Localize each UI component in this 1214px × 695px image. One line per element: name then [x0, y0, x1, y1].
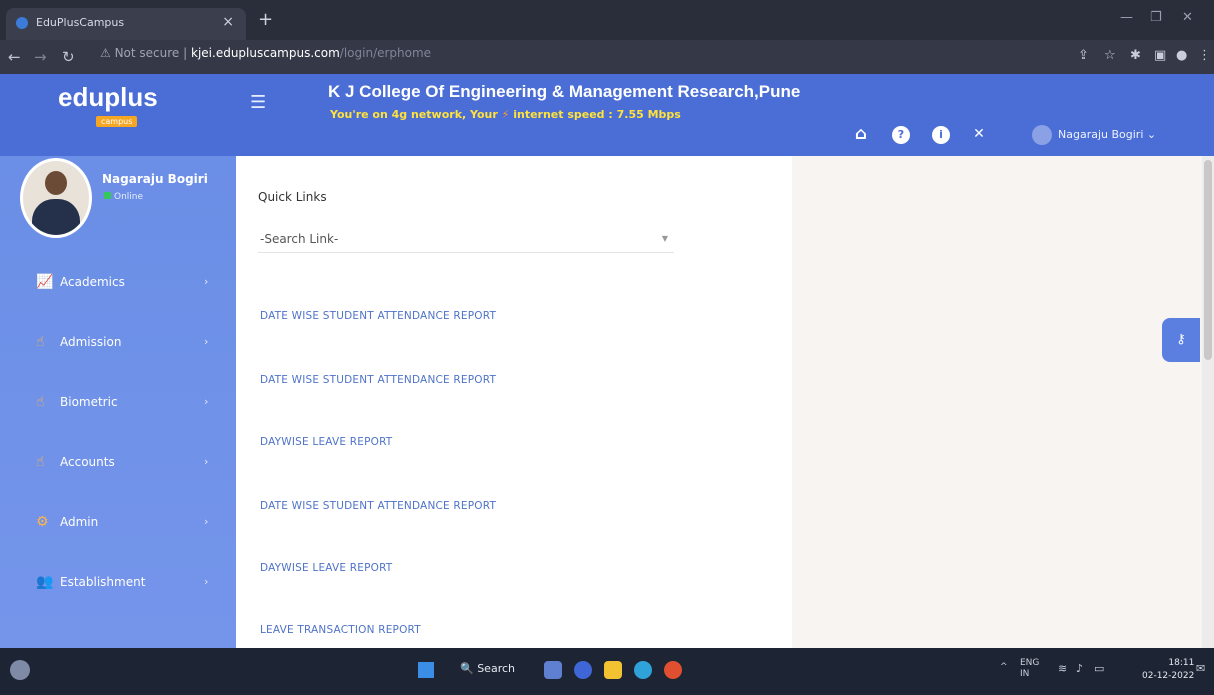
sidebar: Nagaraju Bogiri Online 📈 Academics › ☝ A…	[0, 156, 236, 648]
quick-links-panel: Quick Links -Search Link- ▼ DATE WISE ST…	[236, 156, 792, 648]
maximize-icon[interactable]: ❐	[1150, 10, 1162, 25]
chevron-right-icon: ›	[204, 275, 209, 288]
not-secure-label: Not secure	[114, 46, 180, 60]
profile-avatar	[20, 158, 92, 238]
language-indicator[interactable]: ENG IN	[1020, 658, 1039, 680]
screen: EduPlusCampus × + — ❐ ✕ ← → ↻ ⚠ Not secu…	[0, 0, 1214, 695]
user-name: Nagaraju Bogiri	[1058, 128, 1144, 141]
url-field[interactable]: ⚠ Not secure | kjei.edupluscampus.com/lo…	[100, 46, 1050, 68]
volume-icon[interactable]: ♪	[1076, 662, 1083, 675]
empty-area	[792, 156, 1202, 648]
chevron-right-icon: ›	[204, 575, 209, 588]
sidebar-item-accounts[interactable]: ☝ Accounts ›	[0, 448, 236, 478]
tray-chevron-up-icon[interactable]: ^	[1000, 662, 1008, 672]
users-icon: 👥	[36, 574, 54, 590]
lightning-icon: ⚡	[501, 108, 510, 121]
hand-pointer-icon: ☝	[36, 334, 45, 350]
share-icon[interactable]: ⇪	[1078, 48, 1089, 63]
quick-link-daywise-leave[interactable]: DAYWISE LEAVE REPORT	[260, 562, 392, 574]
windows-taskbar: 🔍 Search ^ ENG IN ≋ ♪ ▭ 18:11 02-12-2022 ✉	[0, 648, 1214, 695]
taskbar-search[interactable]: 🔍 Search	[460, 662, 515, 675]
online-dot-icon	[104, 192, 111, 199]
settings-key-icon[interactable]: ⚷	[1162, 318, 1200, 362]
hand-pointer-icon: ☝	[36, 394, 45, 410]
chevron-right-icon: ›	[204, 515, 209, 528]
sidebar-item-admin[interactable]: ⚙ Admin ›	[0, 508, 236, 538]
quick-link-date-wise-attendance[interactable]: DATE WISE STUDENT ATTENDANCE REPORT	[260, 500, 496, 512]
chevron-down-icon: ⌄	[1146, 128, 1157, 141]
reload-icon[interactable]: ↻	[62, 48, 75, 66]
back-icon[interactable]: ←	[8, 48, 21, 66]
quick-link-daywise-leave[interactable]: DAYWISE LEAVE REPORT	[260, 436, 392, 448]
profile-icon[interactable]: ●	[1176, 48, 1187, 63]
edge-icon[interactable]	[634, 661, 652, 679]
task-view-icon[interactable]	[544, 661, 562, 679]
fullscreen-icon[interactable]: ✕	[970, 126, 988, 144]
favicon-icon	[16, 17, 28, 29]
chrome-icon[interactable]	[664, 661, 682, 679]
scrollbar-thumb[interactable]	[1204, 160, 1212, 360]
help-icon[interactable]: ?	[892, 126, 910, 144]
hand-pointer-icon: ☝	[36, 454, 45, 470]
weather-icon[interactable]	[10, 660, 30, 680]
notifications-icon[interactable]: ✉	[1196, 662, 1205, 675]
quick-link-leave-transaction[interactable]: LEAVE TRANSACTION REPORT	[260, 624, 421, 636]
chevron-right-icon: ›	[204, 395, 209, 408]
search-link-select[interactable]: -Search Link- ▼	[258, 228, 674, 253]
bookmark-star-icon[interactable]: ☆	[1104, 48, 1116, 63]
browser-menu-icon[interactable]: ⋮	[1198, 48, 1211, 63]
user-avatar	[1032, 125, 1052, 145]
chart-line-icon: 📈	[36, 274, 54, 290]
quick-link-date-wise-attendance[interactable]: DATE WISE STUDENT ATTENDANCE REPORT	[260, 310, 496, 322]
taskbar-clock[interactable]: 18:11 02-12-2022	[1142, 657, 1194, 683]
browser-tab-bar: EduPlusCampus × + — ❐ ✕	[0, 0, 1214, 40]
chevron-right-icon: ›	[204, 455, 209, 468]
quick-links-title: Quick Links	[258, 190, 327, 204]
sidepanel-icon[interactable]: ▣	[1154, 48, 1166, 63]
hamburger-menu-icon[interactable]: ☰	[250, 92, 266, 113]
network-speed: internet speed : 7.55 Mbps	[513, 108, 681, 121]
address-bar: ← → ↻ ⚠ Not secure | kjei.edupluscampus.…	[0, 40, 1214, 75]
home-icon[interactable]: ⌂	[852, 126, 870, 144]
cogs-icon: ⚙	[36, 514, 49, 530]
search-link-placeholder: -Search Link-	[260, 232, 339, 246]
sidebar-item-biometric[interactable]: ☝ Biometric ›	[0, 388, 236, 418]
sidebar-item-academics[interactable]: 📈 Academics ›	[0, 268, 236, 298]
extensions-icon[interactable]: ✱	[1130, 48, 1141, 63]
close-window-icon[interactable]: ✕	[1182, 10, 1193, 25]
battery-icon[interactable]: ▭	[1094, 662, 1104, 675]
info-icon[interactable]: i	[932, 126, 950, 144]
eduplus-logo[interactable]: eduplus	[58, 82, 158, 113]
url-host: kjei.edupluscampus.com	[191, 46, 340, 60]
sidebar-item-admission[interactable]: ☝ Admission ›	[0, 328, 236, 358]
network-prefix: You're on 4g network, Your	[330, 108, 498, 121]
browser-tab[interactable]: EduPlusCampus ×	[6, 8, 246, 40]
chevron-down-icon: ▼	[661, 234, 668, 243]
network-info: You're on 4g network, Your ⚡ internet sp…	[330, 108, 681, 121]
profile-name: Nagaraju Bogiri	[102, 172, 208, 186]
minimize-icon[interactable]: —	[1120, 10, 1133, 25]
college-name: K J College Of Engineering & Management …	[328, 82, 801, 101]
quick-link-date-wise-attendance[interactable]: DATE WISE STUDENT ATTENDANCE REPORT	[260, 374, 496, 386]
new-tab-button[interactable]: +	[258, 9, 273, 30]
app-header: eduplus campus ☰ K J College Of Engineer…	[0, 74, 1214, 156]
tab-title: EduPlusCampus	[36, 16, 125, 29]
logo-subtitle: campus	[96, 116, 138, 127]
meet-icon[interactable]	[574, 661, 592, 679]
online-status: Online	[104, 192, 143, 202]
windows-start-icon[interactable]	[418, 662, 434, 678]
file-explorer-icon[interactable]	[604, 661, 622, 679]
wifi-icon[interactable]: ≋	[1058, 662, 1067, 675]
url-path: /login/erphome	[339, 46, 432, 60]
close-tab-icon[interactable]: ×	[222, 14, 234, 30]
not-secure-warning-icon: ⚠	[100, 46, 115, 60]
forward-icon[interactable]: →	[34, 48, 47, 66]
sidebar-item-establishment[interactable]: 👥 Establishment ›	[0, 568, 236, 598]
chevron-right-icon: ›	[204, 335, 209, 348]
